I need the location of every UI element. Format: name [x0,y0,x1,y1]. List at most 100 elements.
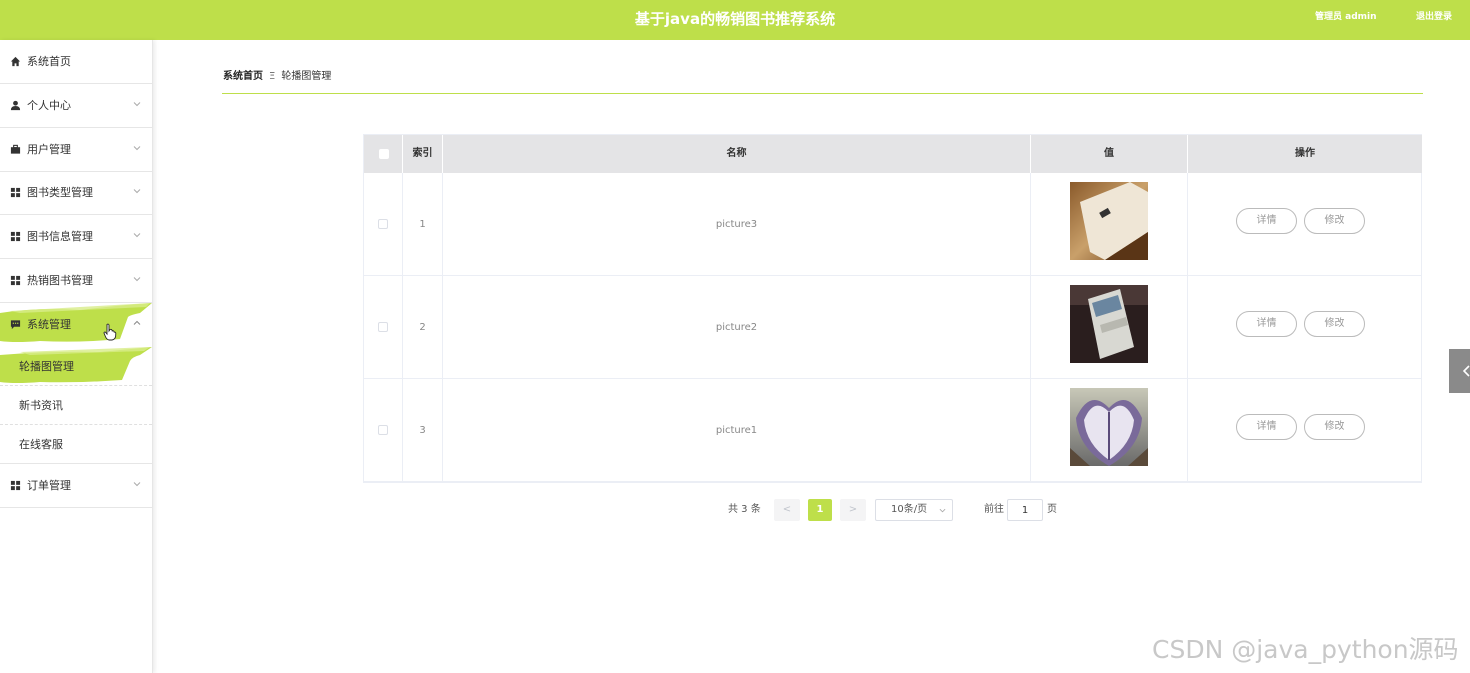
value-cell [1031,379,1188,482]
active-brush-highlight [0,303,152,342]
sidebar-item-hot-books[interactable]: 热销图书管理 [0,259,152,303]
sidebar-item-label: 图书信息管理 [27,230,93,243]
breadcrumb: 系统首页 Ξ 轮播图管理 [223,69,331,85]
carousel-thumbnail [1070,388,1148,466]
table-row: 3 picture1 详情 修改 [364,379,1422,482]
edit-button[interactable]: 修改 [1304,311,1365,337]
page-size-value: 10条/页 [891,504,928,515]
detail-button[interactable]: 详情 [1236,208,1297,234]
grid-icon [10,275,21,286]
select-cell [364,173,403,276]
message-icon [10,320,21,330]
chevron-down-icon [133,277,141,282]
breadcrumb-divider [222,93,1423,94]
next-page-button[interactable]: > [840,499,866,521]
edit-button[interactable]: 修改 [1304,208,1365,234]
carousel-thumbnail [1070,182,1148,260]
sidebar-item-label: 图书类型管理 [27,186,93,199]
pagination-total: 共 3 条 [728,504,761,515]
page-size-select[interactable]: 10条/页 [875,499,953,521]
value-cell [1031,276,1188,379]
sidebar-item-label: 订单管理 [27,479,71,492]
sidebar-subitem-label: 在线客服 [19,438,63,451]
detail-button[interactable]: 详情 [1236,414,1297,440]
app-title: 基于java的畅销图书推荐系统 [634,10,836,28]
select-all-checkbox[interactable] [379,149,389,159]
actions-cell: 详情 修改 [1188,379,1422,482]
carousel-table: 索引 名称 值 操作 1 picture3 详情 修改 2 picture2 详… [363,134,1422,483]
name-cell: picture3 [443,173,1031,276]
sidebar-item-system[interactable]: 系统管理 [0,303,152,347]
sidebar-subitem-label: 新书资讯 [19,399,63,412]
page-number-button[interactable]: 1 [808,499,832,521]
row-checkbox[interactable] [378,322,388,332]
sidebar-item-home[interactable]: 系统首页 [0,40,152,84]
chevron-down-icon [133,102,141,107]
admin-label: 管理员 admin [1315,12,1377,22]
name-cell: picture1 [443,379,1031,482]
sidebar-item-label: 系统管理 [27,318,71,331]
chevron-left-icon [1463,365,1470,377]
table-row: 1 picture3 详情 修改 [364,173,1422,276]
sidebar-item-orders[interactable]: 订单管理 [0,464,152,508]
page-suffix-label: 页 [1047,504,1057,515]
carousel-thumbnail [1070,285,1148,363]
sidebar-subitem-customer-service[interactable]: 在线客服 [0,425,152,464]
chevron-down-icon [133,189,141,194]
select-cell [364,276,403,379]
header-select-cell [364,135,403,173]
header-index: 索引 [403,135,443,173]
goto-label: 前往 [984,504,1004,515]
detail-button[interactable]: 详情 [1236,311,1297,337]
table-header: 索引 名称 值 操作 [364,135,1422,173]
watermark-text: CSDN @java_python源码 [1152,635,1459,664]
row-checkbox[interactable] [378,425,388,435]
sidebar-subitem-carousel[interactable]: 轮播图管理 [0,347,152,386]
grid-icon [10,480,21,491]
sidebar-item-label: 热销图书管理 [27,274,93,287]
prev-page-button[interactable]: < [774,499,800,521]
breadcrumb-separator: Ξ [269,71,276,82]
chevron-down-icon [939,508,946,513]
briefcase-icon [10,144,21,154]
chevron-up-icon [133,320,141,325]
value-cell [1031,173,1188,276]
chevron-down-icon [133,233,141,238]
header-name: 名称 [443,135,1031,173]
sidebar-item-book-types[interactable]: 图书类型管理 [0,171,152,215]
index-cell: 2 [403,276,443,379]
grid-icon [10,231,21,242]
sidebar-item-profile[interactable]: 个人中心 [0,84,152,128]
sidebar-item-book-info[interactable]: 图书信息管理 [0,215,152,259]
actions-cell: 详情 修改 [1188,276,1422,379]
select-cell [364,379,403,482]
row-checkbox[interactable] [378,219,388,229]
sidebar-subitem-label: 轮播图管理 [19,360,74,373]
table-row: 2 picture2 详情 修改 [364,276,1422,379]
sidebar-subitem-new-books[interactable]: 新书资讯 [0,386,152,425]
chevron-down-icon [133,482,141,487]
header-value: 值 [1031,135,1188,173]
chevron-down-icon [133,146,141,151]
breadcrumb-home[interactable]: 系统首页 [223,71,263,82]
grid-icon [10,187,21,198]
breadcrumb-current: 轮播图管理 [281,71,332,82]
goto-page-input[interactable] [1007,499,1043,521]
hand-cursor-icon [103,323,117,341]
actions-cell: 详情 修改 [1188,173,1422,276]
home-icon [10,56,21,67]
index-cell: 3 [403,379,443,482]
name-cell: picture2 [443,276,1031,379]
index-cell: 1 [403,173,443,276]
sidebar-item-label: 用户管理 [27,143,71,156]
sidebar-item-label: 系统首页 [27,55,71,68]
logout-link[interactable]: 退出登录 [1416,0,1452,34]
top-header: 基于java的畅销图书推荐系统 管理员 admin 退出登录 [0,0,1470,40]
side-collapse-tab[interactable] [1449,349,1470,393]
sidebar-item-users[interactable]: 用户管理 [0,128,152,172]
header-actions: 操作 [1295,148,1315,159]
sidebar: 系统首页 个人中心 用户管理 图书类型管理 图书信息管理 热销图书管理 系统管理 [0,40,153,673]
user-icon [10,100,21,111]
sidebar-item-label: 个人中心 [27,99,71,112]
edit-button[interactable]: 修改 [1304,414,1365,440]
